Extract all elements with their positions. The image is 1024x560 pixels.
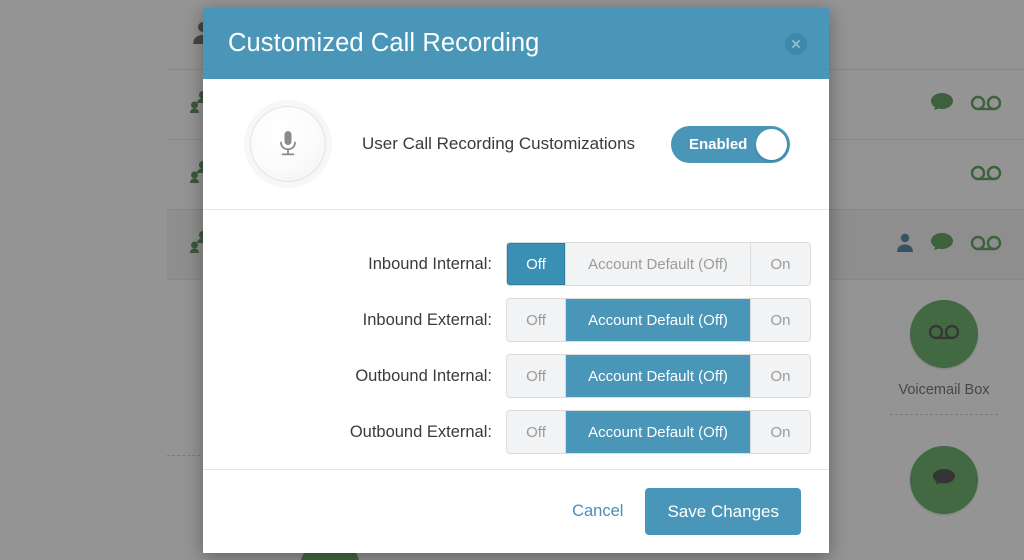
- option-label: Inbound Internal:: [368, 254, 492, 273]
- modal-footer: Cancel Save Changes: [203, 470, 829, 553]
- customized-call-recording-modal: Customized Call Recording User Call Reco…: [203, 8, 829, 553]
- microphone-icon: [250, 106, 326, 182]
- option-row-inbound-internal: Inbound Internal: Off Account Default (O…: [203, 236, 829, 292]
- segment-on[interactable]: On: [751, 299, 810, 341]
- segmented-control-inbound-external[interactable]: Off Account Default (Off) On: [506, 298, 811, 342]
- option-row-inbound-external: Inbound External: Off Account Default (O…: [203, 292, 829, 348]
- recording-options-section: Inbound Internal: Off Account Default (O…: [203, 210, 829, 470]
- option-label: Outbound External:: [349, 422, 492, 441]
- switch-state-label: Enabled: [689, 135, 748, 153]
- segmented-control-outbound-external[interactable]: Off Account Default (Off) On: [506, 410, 811, 454]
- segment-off[interactable]: Off: [507, 411, 566, 453]
- option-label: Outbound Internal:: [355, 366, 492, 385]
- modal-header: Customized Call Recording: [203, 8, 829, 79]
- option-row-outbound-external: Outbound External: Off Account Default (…: [203, 404, 829, 460]
- segment-on[interactable]: On: [751, 355, 810, 397]
- segment-off[interactable]: Off: [507, 299, 566, 341]
- customization-toggle-switch[interactable]: Enabled: [671, 125, 790, 163]
- segmented-control-inbound-internal[interactable]: Off Account Default (Off) On: [506, 242, 811, 286]
- segment-account-default[interactable]: Account Default (Off): [566, 411, 751, 453]
- screen: (+2): [0, 0, 1024, 560]
- segment-on[interactable]: On: [751, 243, 810, 285]
- customization-toggle-label: User Call Recording Customizations: [362, 134, 636, 153]
- segment-off[interactable]: Off: [507, 355, 566, 397]
- option-row-outbound-internal: Outbound Internal: Off Account Default (…: [203, 348, 829, 404]
- save-button[interactable]: Save Changes: [645, 488, 801, 535]
- customization-toggle-section: User Call Recording Customizations Enabl…: [203, 79, 829, 210]
- option-label: Inbound External:: [362, 310, 492, 329]
- segment-off[interactable]: Off: [507, 243, 566, 285]
- segment-account-default[interactable]: Account Default (Off): [566, 355, 751, 397]
- cancel-button[interactable]: Cancel: [572, 502, 623, 521]
- switch-knob[interactable]: [756, 128, 787, 160]
- segment-account-default[interactable]: Account Default (Off): [566, 299, 751, 341]
- close-icon[interactable]: [785, 32, 807, 55]
- segmented-control-outbound-internal[interactable]: Off Account Default (Off) On: [506, 354, 811, 398]
- segment-on[interactable]: On: [751, 411, 810, 453]
- segment-account-default[interactable]: Account Default (Off): [566, 243, 751, 285]
- page-title: Customized Call Recording: [228, 29, 540, 57]
